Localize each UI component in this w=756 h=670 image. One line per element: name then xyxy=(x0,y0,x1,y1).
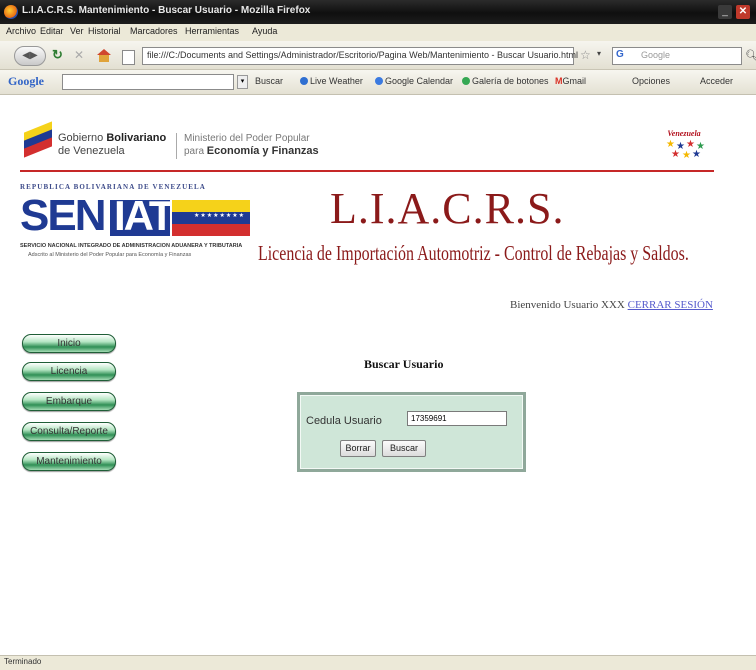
sign-in-button[interactable]: Acceder xyxy=(700,76,733,86)
search-input[interactable]: G Google xyxy=(612,47,742,65)
welcome-message: Bienvenido Usuario XXX CERRAR SESIÓN xyxy=(510,299,713,311)
close-button[interactable]: ✕ xyxy=(736,5,750,19)
gobierno-bolivariano-text: Gobierno Bolivariano de Venezuela xyxy=(58,132,167,157)
page-icon xyxy=(122,50,135,65)
gmail-button[interactable]: MGmail xyxy=(555,76,586,86)
menu-herramientas[interactable]: Herramientas xyxy=(185,26,239,36)
menu-ayuda[interactable]: Ayuda xyxy=(252,26,277,36)
cedula-label: Cedula Usuario xyxy=(306,415,382,427)
menu-archivo[interactable]: Archivo xyxy=(6,26,36,36)
header-divider xyxy=(176,133,177,159)
google-logo: Google xyxy=(8,74,44,88)
menu-historial[interactable]: Historial xyxy=(88,26,121,36)
chevron-down-icon[interactable]: ▾ xyxy=(237,75,248,89)
form-heading: Buscar Usuario xyxy=(364,357,444,371)
gallery-icon xyxy=(462,77,470,85)
buscar-button[interactable]: Buscar xyxy=(382,440,426,457)
venezuela-flag-icon: ★★★★★★★★ xyxy=(172,200,250,236)
back-icon[interactable]: ◀▶ xyxy=(14,46,46,66)
nav-licencia-button[interactable]: Licencia xyxy=(22,362,116,381)
menu-marcadores[interactable]: Marcadores xyxy=(130,26,178,36)
window-titlebar: L.I.A.C.R.S. Mantenimiento - Buscar Usua… xyxy=(0,0,756,24)
seniat-adscrito: Adscrito al Ministerio del Poder Popular… xyxy=(28,252,192,258)
google-buscar-button[interactable]: Buscar xyxy=(255,76,283,86)
cedula-input[interactable] xyxy=(407,411,507,426)
live-weather-button[interactable]: Live Weather xyxy=(300,76,363,86)
url-text: file:///C:/Documents and Settings/Admini… xyxy=(147,50,579,60)
calendar-icon xyxy=(375,77,383,85)
window-title: L.I.A.C.R.S. Mantenimiento - Buscar Usua… xyxy=(22,5,311,16)
menu-ver[interactable]: Ver xyxy=(70,26,84,36)
nav-mantenimiento-button[interactable]: Mantenimiento xyxy=(22,452,116,471)
nav-consulta-reporte-button[interactable]: Consulta/Reporte xyxy=(22,422,116,441)
navigation-toolbar: ◀▶ ↻ ✕ file:///C:/Documents and Settings… xyxy=(0,41,756,70)
search-go-icon[interactable]: 🔍︎ xyxy=(745,49,756,62)
app-subtitle: Licencia de Importación Automotriz - Con… xyxy=(258,241,689,265)
minimize-button[interactable]: _ xyxy=(718,5,732,19)
venezuela-logo-text: Venezuela xyxy=(667,129,701,138)
logout-link[interactable]: CERRAR SESIÓN xyxy=(628,299,713,311)
seniat-subtitle: SERVICIO NACIONAL INTEGRADO DE ADMINISTR… xyxy=(20,243,243,249)
google-toolbar-search-input[interactable] xyxy=(62,74,234,90)
google-calendar-button[interactable]: Google Calendar xyxy=(375,76,453,86)
buscar-usuario-form: Cedula Usuario Borrar Buscar xyxy=(297,392,526,472)
weather-icon xyxy=(300,77,308,85)
reload-icon[interactable]: ↻ xyxy=(52,46,63,64)
button-gallery-button[interactable]: Galería de botones xyxy=(462,76,549,86)
home-icon[interactable] xyxy=(96,46,112,64)
status-bar: Terminado xyxy=(0,655,756,670)
nav-inicio-button[interactable]: Inicio xyxy=(22,334,116,353)
status-text: Terminado xyxy=(4,657,42,666)
republica-text: REPUBLICA BOLIVARIANA DE VENEZUELA xyxy=(20,183,206,191)
venezuela-logo: Venezuela ★ ★ ★ ★ ★ ★ ★ xyxy=(660,129,708,163)
gmail-icon: M xyxy=(555,76,563,86)
menu-editar[interactable]: Editar xyxy=(40,26,64,36)
borrar-button[interactable]: Borrar xyxy=(340,440,376,457)
bookmark-star-icon[interactable]: ☆ xyxy=(580,48,591,62)
welcome-text: Bienvenido Usuario XXX xyxy=(510,299,625,311)
google-search-icon: G xyxy=(616,49,624,60)
firefox-icon xyxy=(4,5,18,19)
page-content: Gobierno Bolivariano de Venezuela Minist… xyxy=(0,95,756,655)
search-placeholder: Google xyxy=(641,50,671,60)
header-red-line xyxy=(20,170,714,172)
seniat-logo: SEN IAT ★★★★★★★★ xyxy=(20,191,252,242)
url-bar[interactable]: file:///C:/Documents and Settings/Admini… xyxy=(142,47,578,65)
options-button[interactable]: Opciones xyxy=(632,76,670,86)
ministerio-text: Ministerio del Poder Popular para Econom… xyxy=(184,133,319,157)
menubar: Archivo Editar Ver Historial Marcadores … xyxy=(0,24,756,42)
app-title: L.I.A.C.R.S. xyxy=(330,184,565,233)
chevron-down-icon[interactable]: ▾ xyxy=(597,49,601,58)
google-toolbar: Google ▾ Buscar Live Weather Google Cale… xyxy=(0,70,756,95)
nav-embarque-button[interactable]: Embarque xyxy=(22,392,116,411)
gobierno-bolivariano-logo xyxy=(24,121,52,158)
stop-icon[interactable]: ✕ xyxy=(74,46,84,64)
